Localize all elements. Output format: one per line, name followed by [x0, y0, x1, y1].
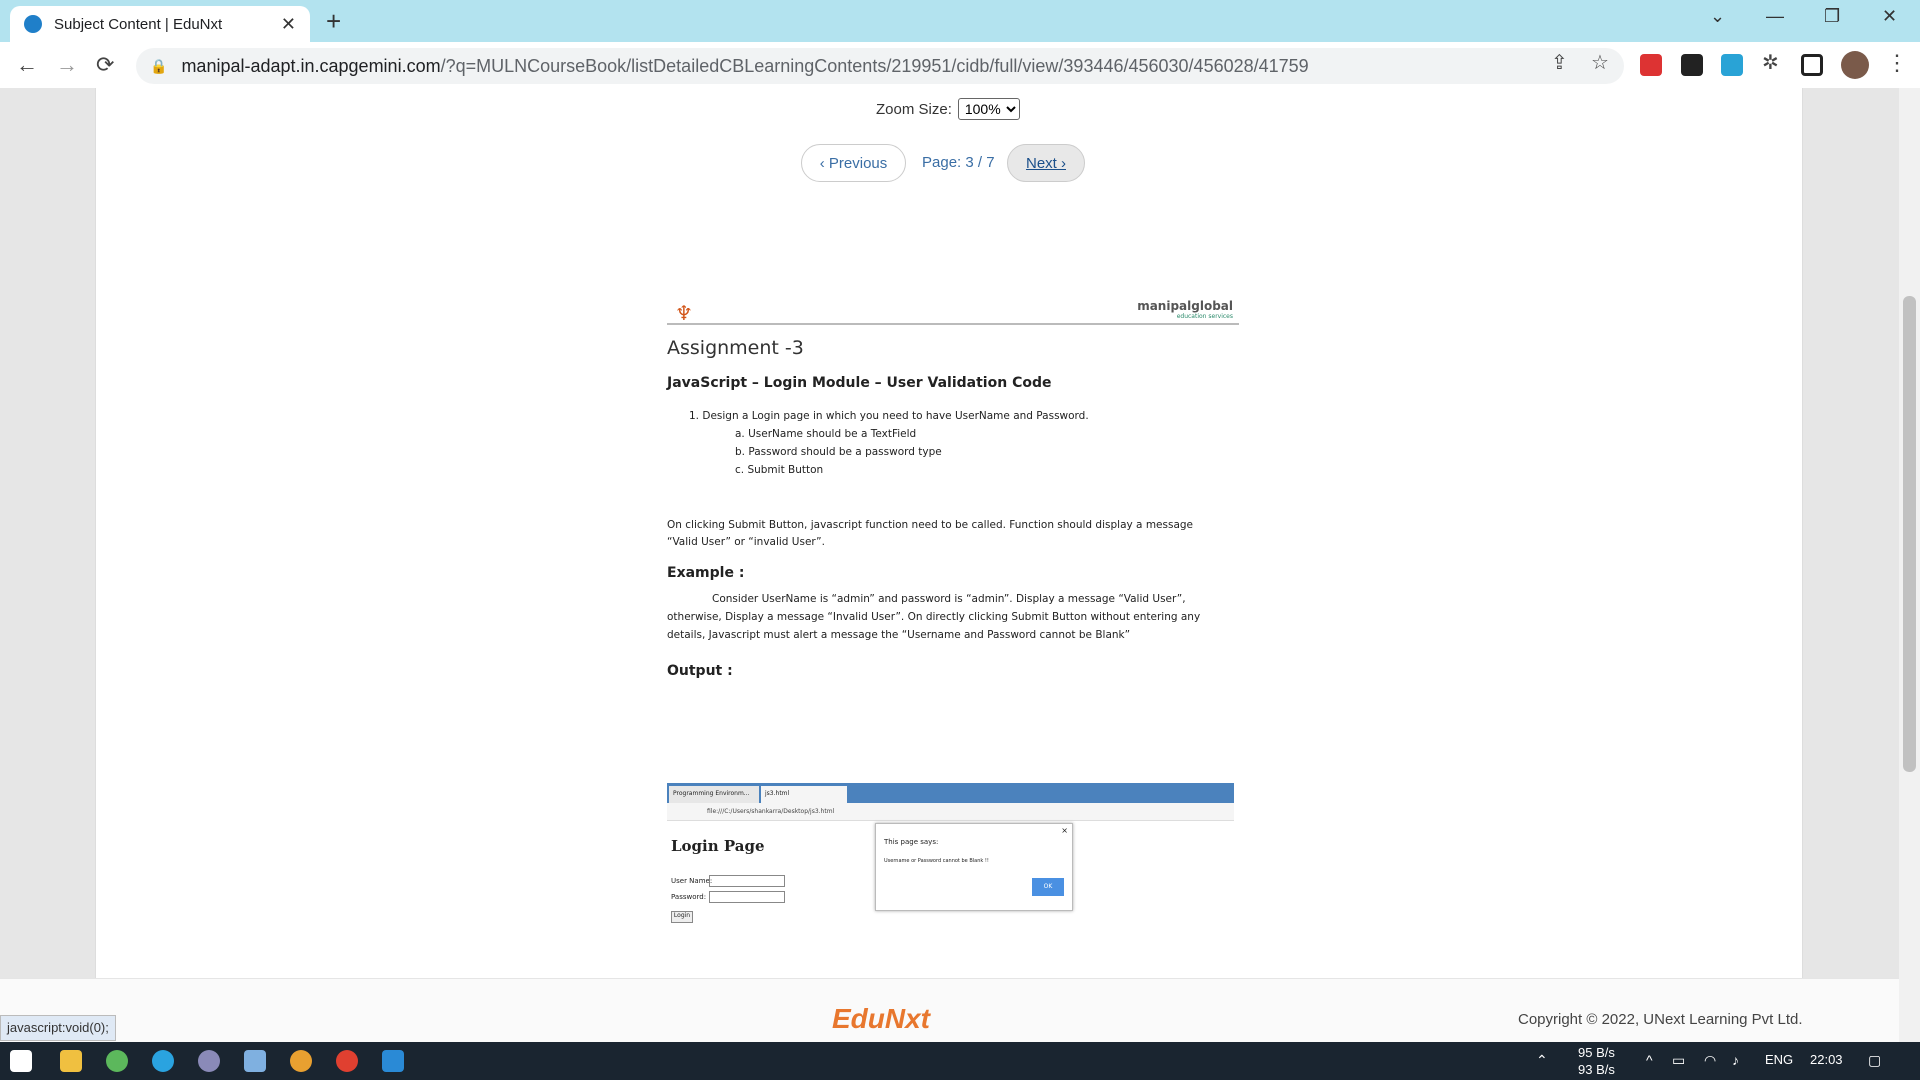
- taskbar: ⌃ 95 B/s 93 B/s ^ ▭ ◠ ♪ ENG 22:03 ▢: [0, 1042, 1920, 1080]
- zoom-label: Zoom Size:: [876, 100, 952, 118]
- lock-icon[interactable]: 🔒: [150, 58, 167, 75]
- document-header: ♆ manipalglobal education services: [667, 293, 1239, 325]
- screenshot-heading: Login Page: [671, 837, 765, 855]
- extensions-puzzle-icon[interactable]: ✲: [1762, 50, 1779, 75]
- output-heading: Output :: [667, 663, 733, 679]
- app-purple-icon[interactable]: [198, 1050, 220, 1072]
- side-panel-icon[interactable]: [1801, 54, 1823, 76]
- extension-s-icon[interactable]: [1721, 54, 1743, 76]
- screenshot-tab: js3.html: [761, 786, 847, 803]
- bookmark-star-icon[interactable]: ☆: [1591, 50, 1609, 75]
- tab-strip: Subject Content | EduNxt ✕ + ⌄ — ❐ ✕: [0, 0, 1920, 42]
- screenshot-address: file:///C:/Users/shankarra/Desktop/js3.h…: [667, 803, 1234, 821]
- windows-start-icon[interactable]: [10, 1050, 32, 1072]
- app-box-icon[interactable]: [244, 1050, 266, 1072]
- scrollbar-thumb[interactable]: [1903, 296, 1916, 772]
- paragraph-line: otherwise, Display a message “Invalid Us…: [667, 611, 1201, 623]
- share-icon[interactable]: ⇪: [1551, 50, 1568, 75]
- app-green-icon[interactable]: [106, 1050, 128, 1072]
- chrome-active-icon[interactable]: [290, 1050, 312, 1072]
- minimize-button[interactable]: —: [1766, 6, 1784, 27]
- show-hidden-icon[interactable]: ^: [1646, 1052, 1653, 1068]
- close-tab-icon[interactable]: ✕: [281, 14, 296, 35]
- paragraph-line: On clicking Submit Button, javascript fu…: [667, 519, 1194, 531]
- brand-logo: manipalglobal: [1137, 299, 1233, 313]
- language-indicator[interactable]: ENG: [1765, 1052, 1793, 1067]
- notifications-icon[interactable]: ▢: [1868, 1052, 1881, 1069]
- assignment-subtitle: JavaScript – Login Module – User Validat…: [667, 375, 1052, 391]
- brand-tagline: education services: [1176, 313, 1233, 320]
- browser-toolbar: ← → ⟳ 🔒 manipal-adapt.in.capgemini.com/?…: [0, 42, 1920, 88]
- paragraph-line: “Valid User” or “invalid User”.: [667, 536, 825, 548]
- right-gutter: [1803, 88, 1899, 978]
- list-item: 1. Design a Login page in which you need…: [689, 410, 1089, 422]
- list-item: a. UserName should be a TextField: [735, 428, 917, 440]
- output-screenshot-image: Programming Environm... js3.html file://…: [667, 783, 1234, 923]
- dialog-title: This page says:: [884, 838, 939, 846]
- previous-button[interactable]: ‹ Previous: [801, 144, 906, 182]
- chrome-icon[interactable]: [336, 1050, 358, 1072]
- list-item: b. Password should be a password type: [735, 446, 942, 458]
- volume-icon[interactable]: ♪: [1732, 1052, 1739, 1068]
- extension-dark-icon[interactable]: [1681, 54, 1703, 76]
- restore-button[interactable]: ❐: [1824, 6, 1840, 27]
- screenshot-alert-dialog: × This page says: Username or Password c…: [875, 823, 1073, 911]
- reload-button[interactable]: ⟳: [96, 52, 114, 78]
- paragraph-line: details, Javascript must alert a message…: [667, 629, 1131, 641]
- manipal-emblem-icon: ♆: [675, 301, 693, 325]
- screenshot-label: User Name:: [671, 877, 713, 885]
- forward-button[interactable]: →: [56, 52, 78, 78]
- profile-avatar[interactable]: [1841, 51, 1869, 79]
- new-tab-button[interactable]: +: [326, 6, 341, 37]
- clock[interactable]: 22:03: [1810, 1052, 1843, 1067]
- menu-kebab-icon[interactable]: ⋮: [1886, 50, 1908, 76]
- page-indicator: Page: 3 / 7: [922, 154, 995, 171]
- url-text: manipal-adapt.in.capgemini.com/?q=MULNCo…: [181, 55, 1309, 76]
- screenshot-tab: Programming Environm...: [669, 786, 759, 803]
- status-bar: javascript:void(0);: [0, 1015, 116, 1041]
- battery-icon[interactable]: ▭: [1672, 1052, 1685, 1069]
- screenshot-label: Password:: [671, 893, 707, 901]
- paragraph-line: Consider UserName is “admin” and passwor…: [712, 593, 1186, 605]
- screenshot-login-button: Login: [671, 911, 693, 923]
- dialog-close-icon: ×: [1061, 826, 1068, 835]
- net-down: 93 B/s: [1578, 1062, 1615, 1077]
- extension-shield-icon[interactable]: [1640, 54, 1662, 76]
- close-window-button[interactable]: ✕: [1882, 6, 1897, 27]
- zoom-select[interactable]: 100%: [957, 98, 1020, 120]
- dialog-ok: OK: [1032, 878, 1064, 896]
- tray-chevron-icon[interactable]: ⌃: [1536, 1052, 1548, 1069]
- document-page: ♆ manipalglobal education services Assig…: [667, 293, 1239, 923]
- telegram-icon[interactable]: [152, 1050, 174, 1072]
- back-button[interactable]: ←: [16, 52, 38, 78]
- next-button[interactable]: Next ›: [1007, 144, 1085, 182]
- edunxt-logo: EduNxt: [832, 1003, 930, 1034]
- wifi-icon[interactable]: ◠: [1704, 1052, 1716, 1069]
- copyright-text: Copyright © 2022, UNext Learning Pvt Ltd…: [1518, 1011, 1803, 1028]
- net-up: 95 B/s: [1578, 1045, 1615, 1060]
- edunxt-favicon-icon: [24, 15, 42, 33]
- screenshot-tabbar: Programming Environm... js3.html: [667, 783, 1234, 803]
- page-footer: EduNxt Copyright © 2022, UNext Learning …: [0, 978, 1899, 1042]
- list-item: c. Submit Button: [735, 464, 824, 476]
- screenshot-input: [709, 875, 785, 887]
- tab-subject-content[interactable]: Subject Content | EduNxt ✕: [10, 6, 310, 42]
- screenshot-input: [709, 891, 785, 903]
- network-speed: 95 B/s 93 B/s: [1578, 1044, 1615, 1078]
- tab-search-icon[interactable]: ⌄: [1710, 6, 1725, 27]
- page-viewport: Zoom Size: 100% ‹ Previous Page: 3 / 7 N…: [0, 88, 1920, 1042]
- address-bar[interactable]: 🔒 manipal-adapt.in.capgemini.com/?q=MULN…: [136, 48, 1624, 84]
- dialog-message: Username or Password cannot be Blank !!: [884, 858, 989, 864]
- vscode-icon[interactable]: [382, 1050, 404, 1072]
- zoom-control: Zoom Size: 100%: [876, 98, 1020, 120]
- tab-title: Subject Content | EduNxt: [54, 15, 223, 33]
- file-explorer-icon[interactable]: [60, 1050, 82, 1072]
- left-gutter: [0, 88, 95, 978]
- assignment-title: Assignment -3: [667, 337, 804, 359]
- example-heading: Example :: [667, 565, 745, 581]
